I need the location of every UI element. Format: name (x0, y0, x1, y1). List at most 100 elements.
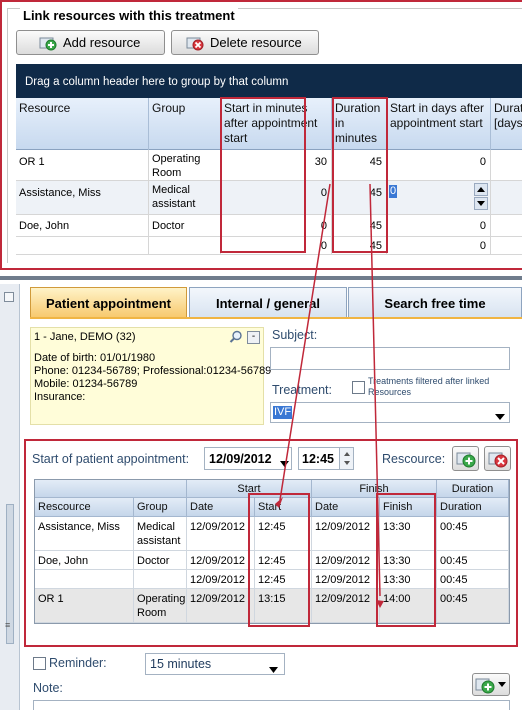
subject-label: Subject: (272, 328, 318, 342)
calendar-dropdown-icon[interactable] (280, 456, 289, 470)
add-note-button[interactable] (472, 673, 510, 696)
tab-patient-appointment[interactable]: Patient appointment (30, 287, 187, 318)
add-resource-icon (39, 35, 57, 51)
tab-underline (30, 317, 522, 319)
duration-minutes-highlight (332, 97, 388, 253)
reminder-select[interactable]: 15 minutes (145, 653, 285, 675)
column-header-finish-date[interactable]: Date (312, 498, 380, 517)
patient-dob: Date of birth: 01/01/1980 (34, 352, 156, 364)
add-resource-label: Add resource (63, 35, 141, 50)
collapse-icon[interactable] (4, 292, 14, 302)
note-label: Note: (33, 681, 63, 695)
resource-cell: Doe, John (35, 551, 134, 570)
appointment-date-input[interactable]: 12/09/2012 (204, 447, 292, 470)
start-date-cell[interactable]: 12/09/2012 (187, 570, 255, 589)
panel-divider (0, 276, 522, 280)
time-spinner-icon[interactable] (339, 448, 353, 469)
group-cell: Medical assistant (134, 517, 187, 551)
treatment-filter-checkbox[interactable] (352, 381, 365, 394)
delete-resource-icon (186, 35, 204, 51)
tab-search-free-time[interactable]: Search free time (348, 287, 522, 318)
grip-icon: ≡ (5, 620, 11, 630)
start-date-cell[interactable]: 12/09/2012 (187, 551, 255, 570)
column-header-duration[interactable]: Duration (437, 498, 509, 517)
finish-date-cell[interactable]: 12/09/2012 (312, 570, 380, 589)
start-date-cell[interactable]: 12/09/2012 (187, 589, 255, 623)
treatment-filter-label: Treatments filtered after linked Resourc… (368, 376, 490, 397)
group-header-duration: Duration (437, 480, 509, 498)
resource-cell: Assistance, Miss (35, 517, 134, 551)
add-appointment-resource-button[interactable] (452, 446, 479, 471)
patient-phone: Phone: 01234-56789; Professional:01234-5… (34, 365, 272, 377)
rescource-label: Rescource: (382, 452, 446, 466)
patient-mobile: Mobile: 01234-56789 (34, 378, 138, 390)
treatment-label: Treatment: (272, 383, 332, 397)
add-note-icon (475, 678, 495, 693)
group-cell: Doctor (149, 215, 221, 236)
group-cell (149, 237, 221, 254)
subject-input[interactable] (270, 347, 510, 370)
start-days-cell[interactable]: 0 (387, 215, 491, 236)
treatment-select[interactable]: IVF (270, 402, 510, 423)
delete-appointment-resource-button[interactable] (484, 446, 511, 471)
spin-up-icon[interactable] (474, 183, 488, 196)
appointment-resources-box: Start of patient appointment: 12/09/2012… (24, 439, 518, 647)
group-by-bar[interactable]: Drag a column header here to group by th… (16, 64, 522, 98)
duration-cell[interactable]: 00:45 (437, 551, 509, 570)
delete-resource-button[interactable]: Delete resource (171, 30, 319, 55)
search-patient-icon[interactable] (229, 330, 243, 344)
chevron-down-icon[interactable] (495, 409, 505, 423)
chevron-down-icon[interactable] (269, 662, 278, 676)
resource-link-panel: Link resources with this treatment Add r… (0, 0, 522, 270)
tab-internal-general[interactable]: Internal / general (189, 287, 347, 318)
appointment-tabs: Patient appointment Internal / general S… (30, 287, 522, 318)
column-header-resource[interactable]: Resource (16, 98, 149, 150)
column-header-start-date[interactable]: Date (187, 498, 255, 517)
start-days-cell[interactable]: 0 (387, 150, 491, 180)
finish-date-cell[interactable]: 12/09/2012 (312, 589, 380, 623)
column-header-group[interactable]: Group (134, 498, 187, 517)
finish-date-cell[interactable]: 12/09/2012 (312, 551, 380, 570)
duration-cell[interactable]: 00:45 (437, 589, 509, 623)
resource-cell: OR 1 (16, 150, 149, 180)
appointment-time-input[interactable]: 12:45 (298, 447, 354, 470)
spin-down-icon[interactable] (474, 197, 488, 210)
duration-cell[interactable]: 00:45 (437, 517, 509, 551)
column-header-rescource[interactable]: Rescource (35, 498, 134, 517)
resource-cell (16, 237, 149, 254)
start-days-editor[interactable]: 0 (387, 181, 491, 214)
reminder-checkbox[interactable] (33, 657, 46, 670)
patient-name[interactable]: 1 - Jane, DEMO (32) (34, 331, 230, 344)
resource-cell: Doe, John (16, 215, 149, 236)
note-textarea[interactable] (33, 700, 510, 710)
start-of-appointment-label: Start of patient appointment: (32, 452, 190, 466)
start-days-cell[interactable]: 0 (387, 237, 491, 254)
group-header-blank (35, 480, 187, 498)
start-column-highlight (248, 493, 310, 627)
group-cell: Operating Room (134, 589, 187, 623)
column-header-group[interactable]: Group (149, 98, 221, 150)
duration-cell[interactable]: 00:45 (437, 570, 509, 589)
remove-patient-icon[interactable]: - (247, 331, 260, 344)
add-icon (456, 452, 476, 467)
group-cell: Operating Room (149, 150, 221, 180)
resource-cell (35, 570, 134, 589)
column-header-duration-days[interactable]: Duration [days] (491, 98, 522, 150)
finish-column-highlight (376, 493, 436, 627)
reminder-label: Reminder: (49, 656, 107, 670)
group-cell (134, 570, 187, 589)
start-days-edit-value[interactable]: 0 (389, 185, 398, 198)
resource-cell: OR 1 (35, 589, 134, 623)
resource-cell: Assistance, Miss (16, 181, 149, 214)
delete-resource-label: Delete resource (210, 35, 302, 50)
spin-buttons[interactable] (474, 183, 488, 211)
column-header-start-days[interactable]: Start in days after appointment start (387, 98, 491, 150)
left-scroll-strip[interactable]: ≡ (0, 284, 20, 710)
start-date-cell[interactable]: 12/09/2012 (187, 517, 255, 551)
appointment-time-value: 12:45 (302, 452, 334, 466)
add-resource-button[interactable]: Add resource (16, 30, 165, 55)
delete-icon (488, 452, 508, 467)
treatment-selected-value: IVF (273, 406, 293, 419)
dropdown-arrow-icon (498, 682, 506, 687)
finish-date-cell[interactable]: 12/09/2012 (312, 517, 380, 551)
